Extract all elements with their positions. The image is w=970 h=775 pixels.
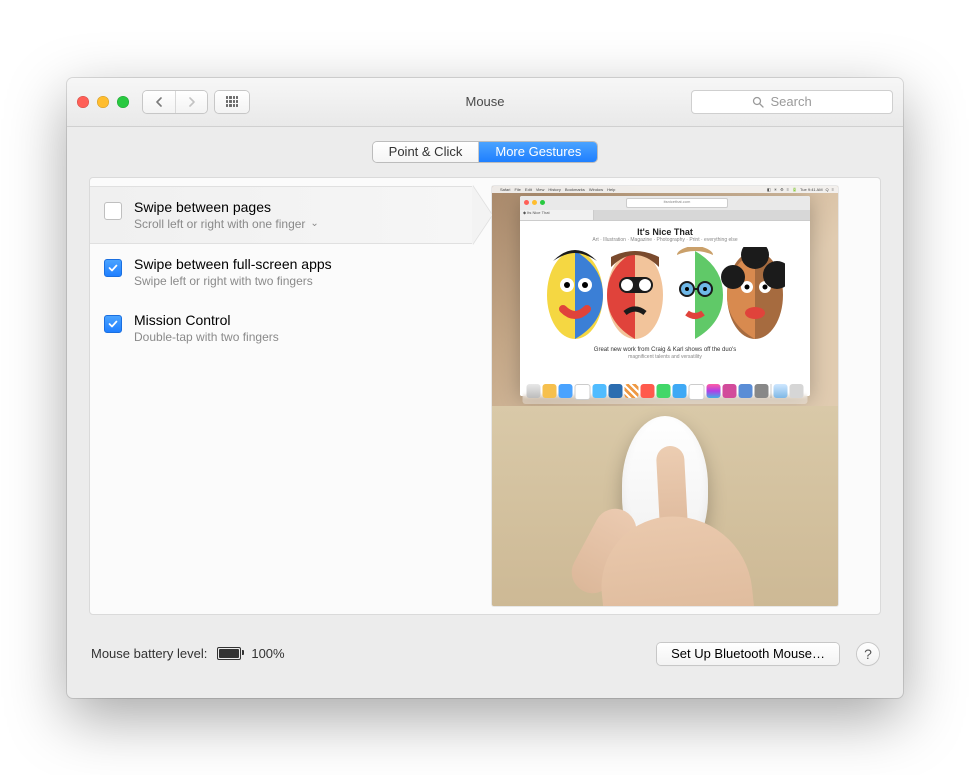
- battery-label: Mouse battery level:: [91, 646, 207, 661]
- preview-headline: It's Nice That: [637, 227, 693, 237]
- back-button[interactable]: [143, 91, 175, 113]
- preview-caption: Great new work from Craig & Karl shows o…: [594, 347, 736, 361]
- preview-safari-window: itsnicethat.com ◆ Its Nice That It's Nic…: [520, 196, 810, 396]
- gesture-desc-label: Scroll left or right with one finger: [134, 217, 305, 231]
- art-illustration: [545, 247, 785, 343]
- search-icon: [752, 96, 764, 108]
- gesture-mission-control[interactable]: Mission Control Double-tap with two fing…: [90, 300, 472, 356]
- checkbox-swipe-fullscreen-apps[interactable]: [104, 259, 122, 277]
- preview-menubar: SafariFileEditViewHistoryBookmarksWindow…: [492, 186, 838, 193]
- gesture-desc: Double-tap with two fingers: [134, 330, 279, 344]
- preview-area: SafariFileEditViewHistoryBookmarksWindow…: [472, 178, 880, 614]
- gesture-swipe-fullscreen-apps[interactable]: Swipe between full-screen apps Swipe lef…: [90, 244, 472, 300]
- gestures-panel: Swipe between pages Scroll left or right…: [89, 177, 881, 615]
- tab-segment: Point & Click More Gestures: [373, 142, 598, 162]
- nav-back-forward: [143, 91, 207, 113]
- tabs: Point & Click More Gestures: [67, 127, 903, 177]
- preview-hand-mouse: [492, 406, 838, 606]
- preview-dock: [523, 382, 808, 404]
- gesture-text: Swipe between full-screen apps Swipe lef…: [134, 256, 332, 288]
- setup-bluetooth-mouse-button[interactable]: Set Up Bluetooth Mouse…: [657, 643, 839, 665]
- preferences-window: Mouse Point & Click More Gestures: [67, 78, 903, 698]
- tab-point-and-click[interactable]: Point & Click: [373, 142, 479, 162]
- show-all-button[interactable]: [215, 91, 249, 113]
- gesture-swipe-between-pages[interactable]: Swipe between pages Scroll left or right…: [90, 186, 472, 244]
- check-icon: [108, 319, 118, 329]
- gesture-title: Swipe between pages: [134, 199, 319, 215]
- preview-artwork: [545, 247, 785, 343]
- battery-percentage: 100%: [251, 646, 284, 661]
- help-button[interactable]: ?: [857, 643, 879, 665]
- footer: Mouse battery level: 100% Set Up Bluetoo…: [67, 629, 903, 679]
- content: Point & Click More Gestures Swipe betwee…: [67, 127, 903, 698]
- search-input[interactable]: [769, 93, 833, 110]
- gesture-title: Mission Control: [134, 312, 279, 328]
- check-icon: [108, 263, 118, 273]
- gesture-title: Swipe between full-screen apps: [134, 256, 332, 272]
- battery-icon: [217, 647, 241, 660]
- traffic-lights: [77, 96, 129, 108]
- chevron-left-icon: [155, 97, 164, 107]
- titlebar: Mouse: [67, 78, 903, 127]
- forward-button[interactable]: [175, 91, 207, 113]
- preview-desktop: SafariFileEditViewHistoryBookmarksWindow…: [492, 186, 838, 406]
- tab-more-gestures[interactable]: More Gestures: [478, 142, 597, 162]
- cursor-icon: [758, 260, 762, 264]
- search-field[interactable]: [691, 90, 893, 114]
- close-window-button[interactable]: [77, 96, 89, 108]
- checkbox-mission-control[interactable]: [104, 315, 122, 333]
- grid-icon: [226, 96, 238, 108]
- zoom-window-button[interactable]: [117, 96, 129, 108]
- chevron-right-icon: [187, 97, 196, 107]
- chevron-down-icon: ⌄: [310, 218, 318, 229]
- gesture-text: Swipe between pages Scroll left or right…: [134, 199, 319, 231]
- gesture-preview: SafariFileEditViewHistoryBookmarksWindow…: [492, 186, 838, 606]
- gesture-list: Swipe between pages Scroll left or right…: [90, 178, 472, 614]
- checkbox-swipe-between-pages[interactable]: [104, 202, 122, 220]
- gesture-desc: Swipe left or right with two fingers: [134, 274, 332, 288]
- gesture-text: Mission Control Double-tap with two fing…: [134, 312, 279, 344]
- minimize-window-button[interactable]: [97, 96, 109, 108]
- gesture-desc-dropdown[interactable]: Scroll left or right with one finger ⌄: [134, 217, 319, 231]
- hand-illustration: [573, 446, 773, 606]
